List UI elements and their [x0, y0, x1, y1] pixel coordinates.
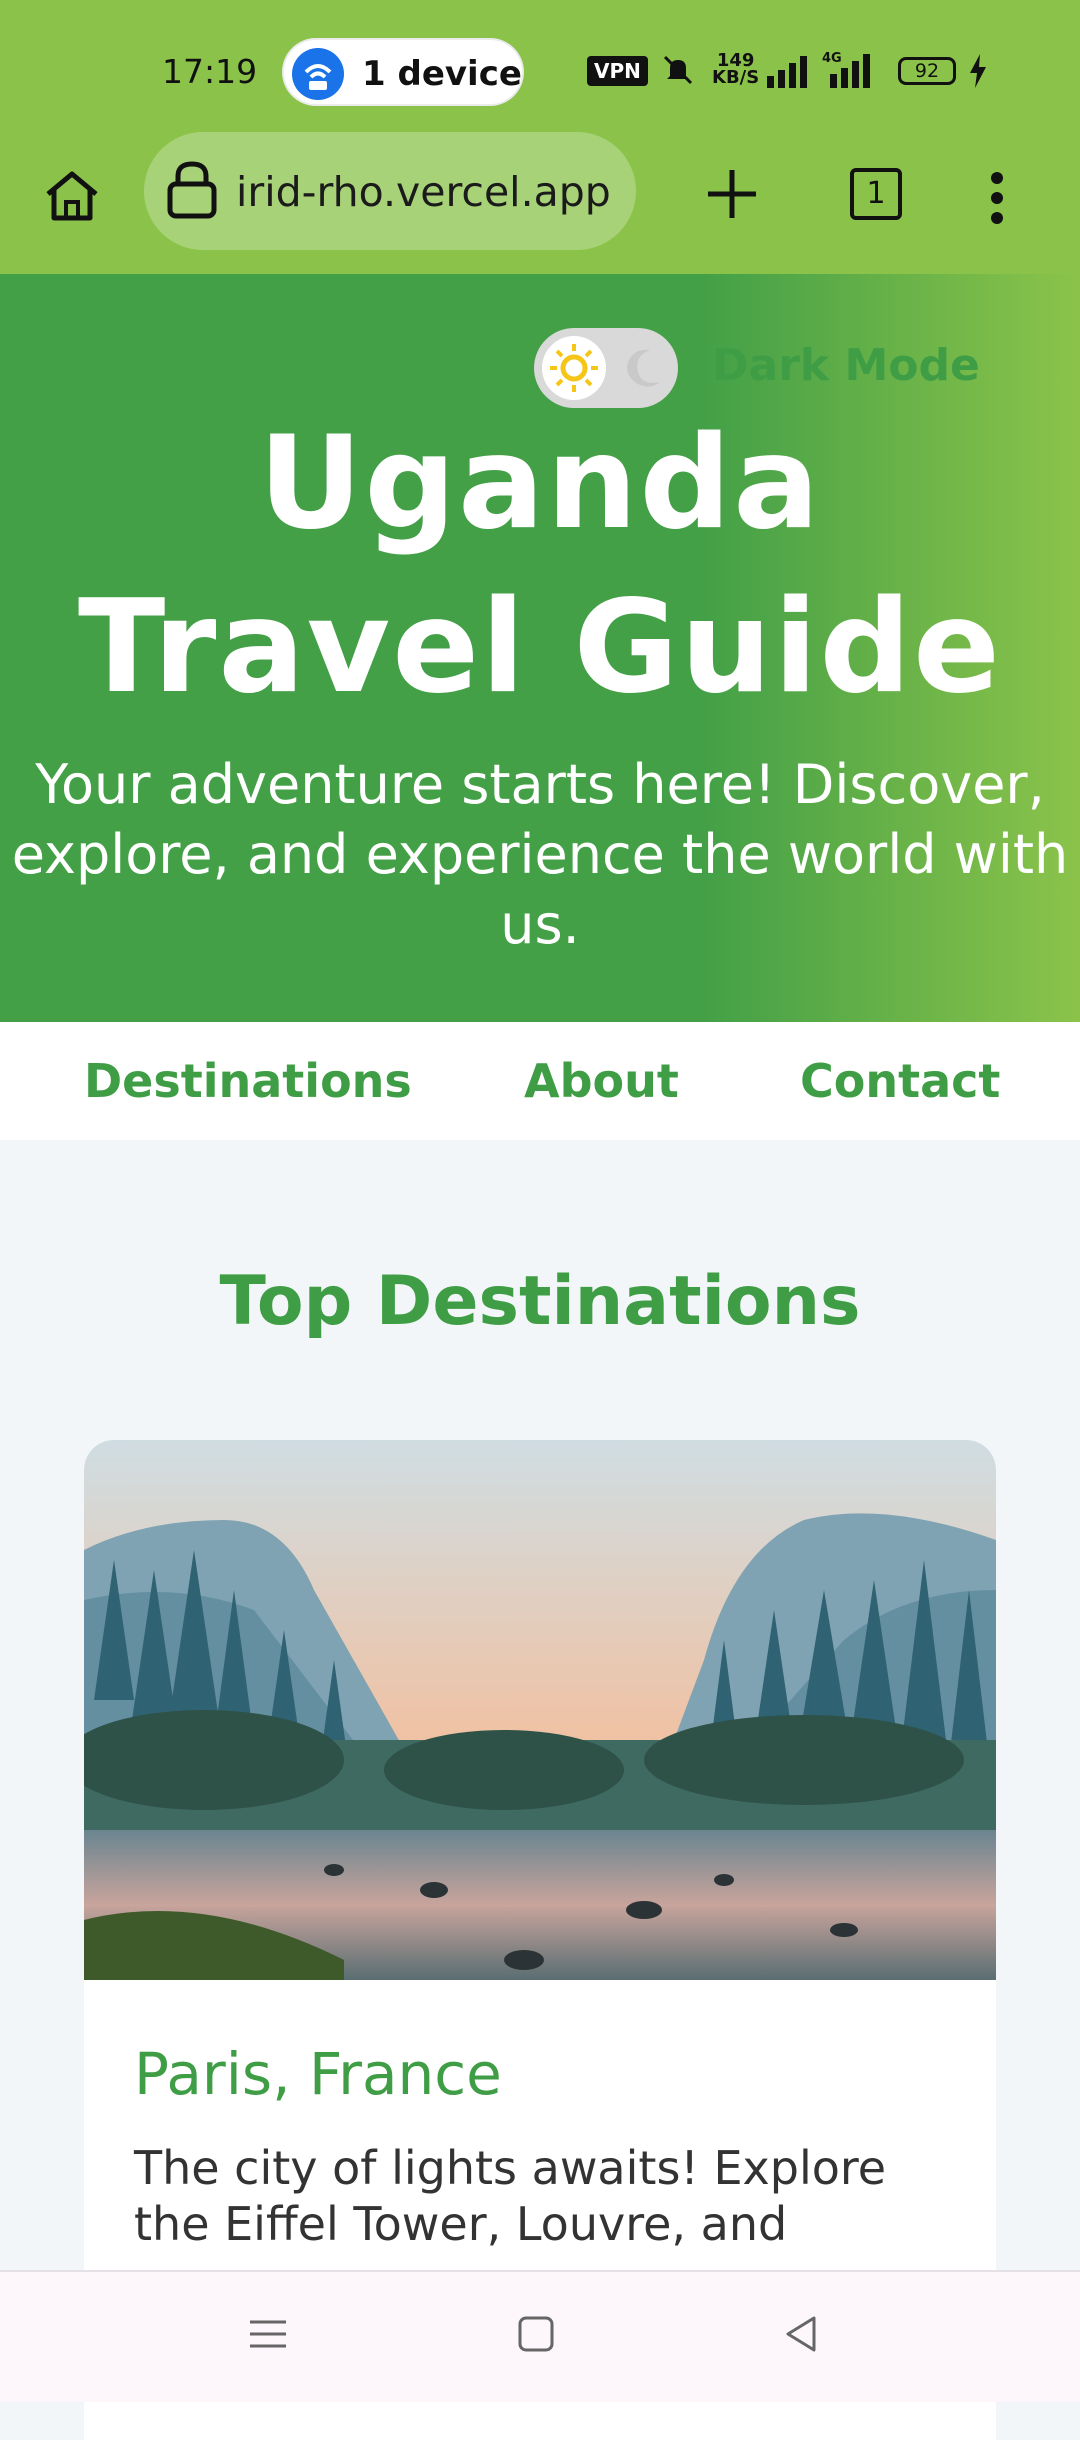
- dark-mode-toggle[interactable]: [534, 328, 678, 408]
- hero-subtitle: Your adventure starts here! Discover, ex…: [11, 753, 1069, 956]
- network-speed: 149 KB/S: [712, 52, 760, 88]
- url-text[interactable]: irid-rho.vercel.app: [236, 168, 611, 216]
- plus-icon: [708, 170, 756, 218]
- mute-icon: [660, 52, 696, 92]
- title-line-2: Travel Guide: [78, 573, 1002, 722]
- svg-text:4G: 4G: [822, 51, 842, 66]
- hotspot-icon: [292, 48, 344, 100]
- hotspot-label: 1 device: [362, 54, 522, 94]
- nav-contact[interactable]: Contact: [800, 1054, 1000, 1108]
- tabs-icon[interactable]: 1: [850, 168, 902, 220]
- speed-unit: KB/S: [712, 67, 760, 88]
- more-vert-icon[interactable]: [982, 166, 1012, 234]
- signal-icon: [765, 56, 811, 92]
- toggle-knob: [542, 336, 606, 400]
- status-bar: 17:19 1 device VPN 149 KB/S 4G 92: [0, 0, 1080, 140]
- moon-icon: [620, 344, 668, 396]
- nav-destinations[interactable]: Destinations: [84, 1054, 412, 1108]
- title-line-1: Uganda: [258, 409, 822, 558]
- hotspot-indicator[interactable]: 1 device: [282, 38, 524, 106]
- dark-mode-label: Dark Mode: [712, 340, 980, 391]
- vpn-icon: VPN: [587, 56, 648, 86]
- site-nav: Destinations About Contact: [0, 1022, 1080, 1140]
- charging-icon: [968, 54, 988, 92]
- card-description: The city of lights awaits! Explore the E…: [134, 2141, 887, 2251]
- signal-4g-icon: 4G: [822, 50, 884, 92]
- lock-icon[interactable]: [164, 158, 220, 224]
- status-time: 17:19: [162, 52, 258, 91]
- battery-icon: 92: [898, 57, 956, 85]
- new-tab-button[interactable]: [700, 162, 764, 230]
- section-title: Top Destinations: [219, 1262, 861, 1341]
- destination-image: [84, 1440, 996, 1980]
- page-title: Uganda Travel Guide: [0, 402, 1080, 730]
- system-nav-bar: [0, 2270, 1080, 2402]
- sun-icon: [550, 344, 598, 392]
- address-bar[interactable]: irid-rho.vercel.app: [144, 132, 636, 250]
- nav-about[interactable]: About: [524, 1054, 679, 1108]
- hero-banner: Dark Mode Uganda Travel Guide Your adven…: [0, 274, 1080, 1022]
- menu-icon[interactable]: [246, 2312, 290, 2356]
- home-square-icon[interactable]: [514, 2312, 558, 2356]
- card-title[interactable]: Paris, France: [134, 2040, 502, 2108]
- home-icon[interactable]: [40, 164, 104, 228]
- back-icon[interactable]: [780, 2312, 824, 2356]
